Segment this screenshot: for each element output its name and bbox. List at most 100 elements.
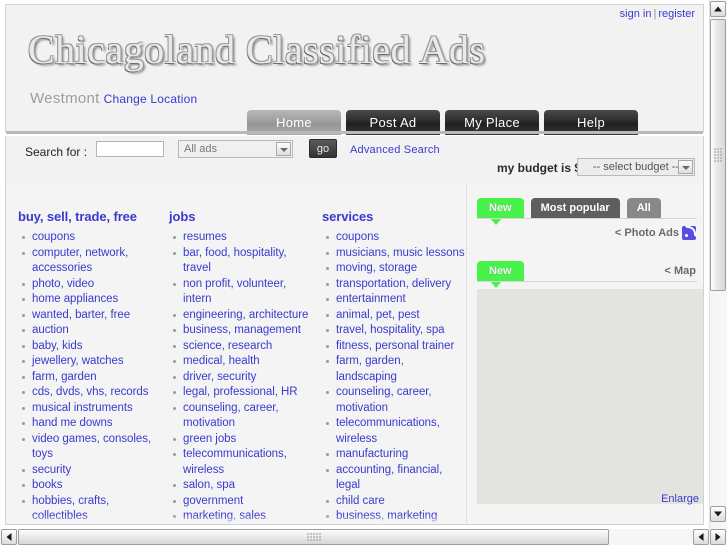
list-item[interactable]: accounting, financial, legal bbox=[326, 463, 465, 494]
list-item[interactable]: coupons bbox=[22, 230, 159, 246]
list-item[interactable]: video games, consoles, toys bbox=[22, 432, 159, 463]
category-link[interactable]: fitness, personal trainer bbox=[336, 340, 454, 352]
category-link[interactable]: manufacturing bbox=[336, 448, 408, 460]
list-item[interactable]: counseling, career, motivation bbox=[173, 401, 312, 432]
list-item[interactable]: furniture, office bbox=[32, 525, 159, 526]
ads-tab-new[interactable]: New bbox=[477, 198, 524, 225]
list-item[interactable]: transportation, delivery bbox=[326, 277, 465, 293]
scroll-up-button[interactable] bbox=[710, 1, 726, 17]
vertical-scrollbar[interactable] bbox=[709, 0, 727, 529]
category-link[interactable]: business, management bbox=[183, 324, 301, 336]
map-tab-new[interactable]: New bbox=[477, 261, 524, 288]
list-item[interactable]: travel, hospitality, spa bbox=[326, 323, 465, 339]
list-item[interactable]: wanted, barter, free bbox=[22, 308, 159, 324]
category-link[interactable]: auction bbox=[32, 324, 69, 336]
list-item[interactable]: bar, food, hospitality, travel bbox=[173, 246, 312, 277]
category-link[interactable]: jewellery, watches bbox=[32, 355, 124, 367]
list-item[interactable]: hand me downs bbox=[22, 416, 159, 432]
list-item[interactable]: auction bbox=[22, 323, 159, 339]
list-item[interactable]: resumes bbox=[173, 230, 312, 246]
category-heading[interactable]: services bbox=[322, 209, 465, 224]
list-item[interactable]: manufacturing bbox=[326, 447, 465, 463]
list-item[interactable]: driver, security bbox=[173, 370, 312, 386]
category-link[interactable]: cds, dvds, vhs, records bbox=[32, 386, 149, 398]
list-item[interactable]: musical instruments bbox=[22, 401, 159, 417]
photo-ads-link[interactable]: < Photo Ads bbox=[615, 227, 679, 239]
list-item[interactable]: marketing, sales bbox=[173, 509, 312, 524]
scroll-left-button-secondary[interactable] bbox=[693, 529, 709, 545]
scroll-down-button[interactable] bbox=[710, 506, 726, 522]
list-item[interactable]: animal, pet, pest bbox=[326, 308, 465, 324]
list-item[interactable]: computer, network, accessories bbox=[22, 246, 159, 277]
category-link[interactable]: coupons bbox=[32, 231, 75, 243]
search-input[interactable] bbox=[96, 141, 164, 157]
list-item[interactable]: science, research bbox=[173, 339, 312, 355]
rss-icon[interactable] bbox=[682, 226, 696, 240]
vertical-scrollbar-thumb[interactable] bbox=[710, 19, 726, 291]
category-link[interactable]: video games, consoles, toys bbox=[32, 433, 151, 461]
map-enlarge-link[interactable]: Enlarge bbox=[661, 493, 699, 505]
list-item[interactable]: business, marketing bbox=[326, 509, 465, 524]
list-item[interactable]: counseling, career, motivation bbox=[326, 385, 465, 416]
list-item[interactable]: photo, video bbox=[22, 277, 159, 293]
category-link[interactable]: counseling, career, motivation bbox=[336, 386, 432, 414]
scroll-right-button[interactable] bbox=[710, 529, 726, 545]
category-link[interactable]: salon, spa bbox=[183, 479, 235, 491]
change-location-link[interactable]: Change Location bbox=[104, 92, 198, 106]
category-link[interactable]: government bbox=[183, 495, 243, 507]
list-item[interactable]: engineering, architecture bbox=[173, 308, 312, 324]
category-link[interactable]: wanted, barter, free bbox=[32, 309, 130, 321]
list-item[interactable]: telecommunications, wireless bbox=[173, 447, 312, 478]
category-link[interactable]: medical, health bbox=[183, 355, 260, 367]
category-link[interactable]: telecommunications, wireless bbox=[183, 448, 287, 476]
scroll-left-button[interactable] bbox=[1, 529, 17, 545]
category-link[interactable]: travel, hospitality, spa bbox=[336, 324, 445, 336]
list-item[interactable]: government bbox=[173, 494, 312, 510]
category-link[interactable]: resumes bbox=[183, 231, 227, 243]
list-item[interactable]: farm, garden bbox=[22, 370, 159, 386]
category-link[interactable]: counseling, career, motivation bbox=[183, 402, 279, 430]
horizontal-scrollbar[interactable] bbox=[0, 529, 727, 545]
list-item[interactable]: coupons bbox=[326, 230, 465, 246]
list-item[interactable]: moving, storage bbox=[326, 261, 465, 277]
list-item[interactable]: home appliances bbox=[22, 292, 159, 308]
category-link[interactable]: driver, security bbox=[183, 371, 256, 383]
category-link[interactable]: home appliances bbox=[32, 293, 118, 305]
category-heading[interactable]: buy, sell, trade, free bbox=[18, 209, 159, 224]
search-go-button[interactable]: go bbox=[309, 139, 337, 158]
category-link[interactable]: hand me downs bbox=[32, 417, 113, 429]
map-canvas[interactable]: Enlarge bbox=[477, 289, 703, 505]
list-item[interactable]: baby, kids bbox=[22, 339, 159, 355]
category-link[interactable]: books bbox=[32, 479, 62, 491]
category-link[interactable]: musical instruments bbox=[32, 402, 133, 414]
category-link[interactable]: photo, video bbox=[32, 278, 94, 290]
list-item[interactable]: entertainment bbox=[326, 292, 465, 308]
list-item[interactable]: fitness, personal trainer bbox=[326, 339, 465, 355]
budget-select[interactable]: -- select budget -- bbox=[577, 158, 695, 176]
category-link[interactable]: non profit, volunteer, intern bbox=[183, 278, 286, 306]
horizontal-scrollbar-thumb[interactable] bbox=[18, 529, 609, 545]
list-item[interactable]: security bbox=[22, 463, 159, 479]
list-item[interactable]: legal, professional, HR bbox=[173, 385, 312, 401]
list-item[interactable]: business, management bbox=[173, 323, 312, 339]
category-link[interactable]: telecommunications, wireless bbox=[336, 417, 440, 445]
advanced-search-link[interactable]: Advanced Search bbox=[350, 144, 440, 156]
category-link[interactable]: marketing, sales bbox=[183, 510, 266, 522]
register-link[interactable]: register bbox=[658, 8, 695, 20]
list-item[interactable]: musicians, music lessons bbox=[326, 246, 465, 262]
list-item[interactable]: farm, garden, landscaping bbox=[326, 354, 465, 385]
search-category-select[interactable]: All ads bbox=[178, 140, 293, 158]
category-link[interactable]: hobbies, crafts, collectibles bbox=[32, 495, 109, 523]
category-link[interactable]: science, research bbox=[183, 340, 272, 352]
category-link[interactable]: bar, food, hospitality, travel bbox=[183, 247, 287, 275]
sign-in-link[interactable]: sign in bbox=[620, 8, 652, 20]
chevron-down-icon[interactable] bbox=[678, 160, 693, 174]
chevron-down-icon[interactable] bbox=[276, 142, 291, 156]
category-link[interactable]: coupons bbox=[336, 231, 379, 243]
list-item[interactable]: cds, dvds, vhs, records bbox=[22, 385, 159, 401]
list-item[interactable]: hobbies, crafts, collectibles bbox=[22, 494, 159, 525]
list-item[interactable]: books bbox=[22, 478, 159, 494]
ads-tab-most-popular[interactable]: Most popular bbox=[530, 198, 620, 218]
category-link[interactable]: legal, professional, HR bbox=[183, 386, 298, 398]
map-link[interactable]: < Map bbox=[665, 265, 696, 277]
